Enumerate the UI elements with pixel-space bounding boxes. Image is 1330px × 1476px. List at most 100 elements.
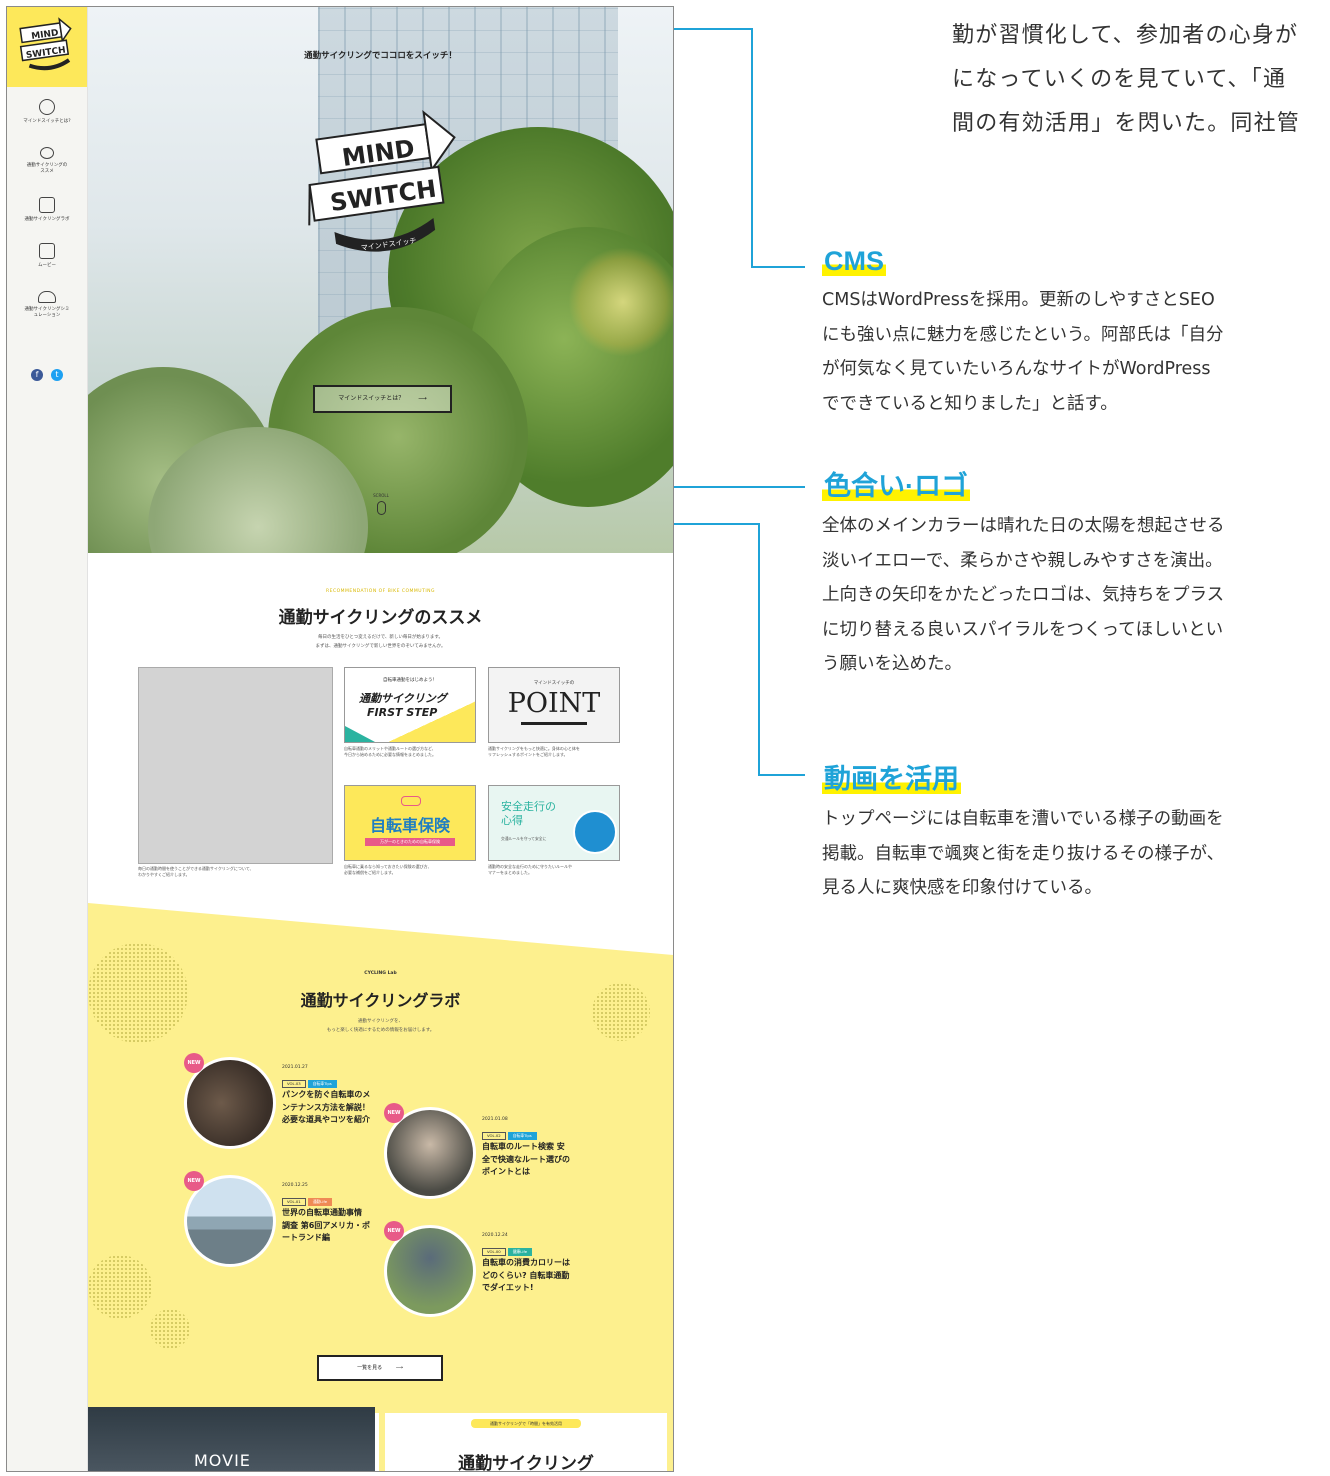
intro-line: 勤が習慣化して、参加者の心身が (952, 23, 1299, 48)
post-tag[interactable]: 自転車Tips (307, 1080, 337, 1088)
sidebar-item-label: 通勤サイクリングシミュレーション (24, 307, 70, 318)
connector-line (758, 774, 805, 776)
post-title[interactable]: パンクを防ぐ自転車のメンテナンス方法を解説！必要な道具やコツを紹介 (282, 1089, 372, 1127)
video-caption: 毎日の通勤時間を使うことができる通勤サイクリングについて、 わかりやすくご紹介し… (138, 866, 338, 878)
card-caption: 自転車に乗るなら知っておきたい保険の選び方、 必要な補償をご紹介します。 (344, 864, 484, 876)
lab-desc-line: もっと楽しく快適にするための情報をお届けします。 (326, 1028, 435, 1033)
post-tag[interactable]: VOL.02 (482, 1132, 506, 1140)
hero-section: 通勤サイクリングでココロをスイッチ！ MIND SWITCH マインドスイッチ … (88, 7, 673, 553)
bicycle-icon (401, 796, 421, 806)
lens-flare (568, 247, 673, 357)
sidebar-item-label: ムービー (38, 263, 56, 268)
card-accent (345, 726, 375, 742)
new-badge: NEW (184, 1053, 204, 1073)
post-tag[interactable]: VOL.01 (282, 1198, 306, 1206)
annotation-line: 見る人に爽快感を印象付けている。 (822, 878, 1102, 898)
commute-tag: 通勤サイクリングで「時間」を有効活用 (471, 1419, 581, 1428)
post-tag[interactable]: 健康Life (507, 1248, 533, 1256)
caption-line: 必要な補償をご紹介します。 (344, 870, 396, 875)
lab-more-button[interactable]: 一覧を見る ⟶ (317, 1355, 443, 1381)
annotation-cms: CMS CMSはWordPressを採用。更新のしやすさとSEO にも強い点に魅… (822, 246, 1322, 421)
card-bar (521, 722, 587, 725)
post-tag[interactable]: VOL.03 (282, 1080, 306, 1088)
recommend-desc-line: 毎日の生活をひとつ変えるだけで、新しい毎日が始まります。 (318, 635, 443, 640)
card-point[interactable]: マインドスイッチの POINT (488, 667, 620, 743)
hero-about-button-label: マインドスイッチとは？ (338, 395, 405, 402)
mind-switch-logo-icon: MIND SWITCH (19, 17, 72, 71)
post-tag[interactable]: VOL.00 (482, 1248, 506, 1256)
scroll-indicator[interactable]: SCROLL (366, 493, 396, 515)
sidebar-item-lab[interactable]: 通勤サイクリングラボ (7, 197, 87, 223)
site-sidebar: MIND SWITCH マインドスイッチとは? 通勤サイクリングのススメ 通勤サ… (7, 7, 88, 1471)
annotation-heading: CMS (822, 246, 886, 276)
recommend-section: RECOMMENDATION OF BIKE COMMUTING 通勤サイクリン… (88, 553, 673, 913)
play-icon (39, 243, 55, 259)
post-tag[interactable]: 通勤Life (307, 1198, 333, 1206)
hero-logo-icon: MIND SWITCH マインドスイッチ (308, 109, 456, 252)
new-badge: NEW (184, 1171, 204, 1191)
lab-post[interactable]: NEW 2021.01.08 VOL.02 自転車Tips 自転車のルート検索 安… (384, 1103, 584, 1203)
post-meta: 2020.12.24 VOL.00 健康Life 自転車の消費カロリーはどのくらい… (482, 1233, 572, 1295)
dot-pattern-circle (150, 1309, 190, 1349)
card-insurance[interactable]: 自転車保険 万が一のときのための自転車保険 (344, 785, 476, 861)
lab-desc: 通勤サイクリングを、 もっと楽しく快適にするための情報をお届けします。 (88, 1017, 673, 1035)
lab-post[interactable]: NEW 2020.12.24 VOL.00 健康Life 自転車の消費カロリーはど… (384, 1221, 584, 1321)
annotation-heading: 動画を活用 (822, 764, 961, 794)
sidebar-item-about[interactable]: マインドスイッチとは? (7, 99, 87, 125)
sidebar-item-movie[interactable]: ムービー (7, 243, 87, 269)
annotation-line: CMSはWordPressを採用。更新のしやすさとSEO (822, 290, 1215, 310)
bike-icon (39, 99, 55, 115)
post-tag[interactable]: 自転車Tips (507, 1132, 537, 1140)
mouse-icon (376, 501, 386, 515)
caption-line: 今日から始めるために必要な情報をまとめました。 (344, 752, 436, 757)
helmet-icon (38, 291, 56, 303)
commute-banner[interactable]: 通勤サイクリングで「時間」を有効活用 通勤サイクリング (379, 1407, 673, 1471)
lab-post[interactable]: NEW 2020.12.25 VOL.01 通勤Life 世界の自転車通勤事情 調… (184, 1171, 384, 1271)
movie-banner[interactable]: MOVIE (88, 1407, 375, 1471)
recommend-video[interactable] (138, 667, 333, 864)
post-title[interactable]: 自転車のルート検索 安全で快適なルート選びのポイントとは (482, 1141, 572, 1179)
card-pre: 自転車通勤をはじめよう！ (383, 678, 437, 683)
post-title[interactable]: 自転車の消費カロリーはどのくらい? 自転車通勤でダイエット! (482, 1257, 572, 1295)
annotation-line: 淡いイエローで、柔らかさや親しみやすさを演出。 (822, 550, 1223, 571)
connector-line (758, 523, 760, 776)
hero-about-button[interactable]: マインドスイッチとは？ ⟶ (313, 385, 452, 413)
card-sub: 万が一のときのための自転車保険 (365, 838, 455, 846)
recommend-desc-line: まずは、通勤サイクリングで新しい世界をのぞいてみませんか。 (315, 644, 446, 649)
new-badge: NEW (384, 1221, 404, 1241)
facebook-icon[interactable]: f (31, 369, 43, 381)
card-title: 通勤サイクリング (359, 692, 447, 705)
movie-label: MOVIE (194, 1451, 251, 1470)
recommend-title: 通勤サイクリングのススメ (278, 608, 483, 628)
recommend-desc: 毎日の生活をひとつ変えるだけで、新しい毎日が始まります。 まずは、通勤サイクリン… (88, 633, 673, 651)
annotation-line: 上向きの矢印をかたどったロゴは、気持ちをプラス (822, 585, 1225, 605)
post-meta: 2021.01.08 VOL.02 自転車Tips 自転車のルート検索 安全で快適… (482, 1117, 572, 1179)
caption-line: リフレッシュするポイントをご紹介します。 (488, 752, 568, 757)
hero-tagline: 通勤サイクリングでココロをスイッチ！ (304, 51, 457, 61)
card-title2: FIRST STEP (367, 706, 438, 719)
annotation-color-logo: 色合い·ロゴ 全体のメインカラーは晴れた日の太陽を想起させる 淡いイエローで、柔… (822, 464, 1322, 682)
sidebar-item-recommend[interactable]: 通勤サイクリングのススメ (7, 147, 87, 175)
lab-more-button-label: 一覧を見る (357, 1365, 383, 1371)
annotation-line: トップページには自転車を漕いでいる様子の動画を (822, 809, 1224, 829)
caption-line: わかりやすくご紹介します。 (138, 872, 190, 877)
card-pre: マインドスイッチの (533, 681, 575, 686)
card-caption: 自転車通勤のメリットや通勤ルートの選び方など、 今日から始めるために必要な情報を… (344, 746, 484, 758)
site-logo[interactable]: MIND SWITCH (7, 7, 87, 87)
arrow-right-icon: ⟶ (395, 1365, 403, 1371)
arrow-right-icon: ⟶ (418, 395, 427, 402)
lab-post[interactable]: NEW 2021.01.27 VOL.03 自転車Tips パンクを防ぐ自転車のメ… (184, 1053, 384, 1153)
sidebar-item-simulation[interactable]: 通勤サイクリングシミュレーション (7, 291, 87, 319)
scroll-label: SCROLL (373, 493, 389, 498)
card-first-step[interactable]: 自転車通勤をはじめよう！ 通勤サイクリング FIRST STEP (344, 667, 476, 743)
card-caption: 通勤サイクリングをもっと快適に。身体の心と体を リフレッシュするポイントをご紹介… (488, 746, 628, 758)
card-title: 安全走行の心得 (501, 800, 556, 827)
twitter-icon[interactable]: t (51, 369, 63, 381)
bicycle-icon (40, 147, 54, 159)
card-safety[interactable]: 安全走行の心得 交通ルールを守って安全に (488, 785, 620, 861)
post-title[interactable]: 世界の自転車通勤事情 調査 第6回アメリカ・ポートランド編 (282, 1207, 372, 1245)
annotation-heading: 色合い·ロゴ (822, 471, 970, 501)
intro-text: 勤が習慣化して、参加者の心身が になっていくのを見ていて、「通 間の有効活用」を… (952, 14, 1330, 146)
lab-eyebrow: CYCLING Lab (364, 971, 397, 976)
annotation-line: 掲載。自転車で颯爽と街を走り抜けるその様子が、 (822, 843, 1225, 864)
